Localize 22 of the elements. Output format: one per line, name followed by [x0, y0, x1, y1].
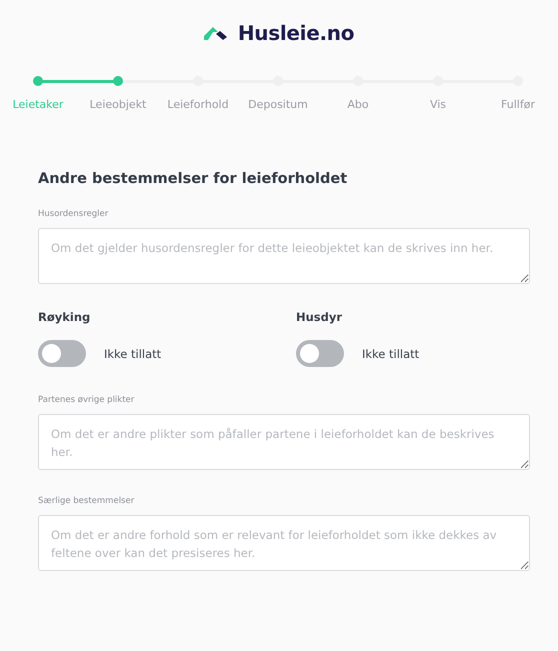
- field-label: Husordensregler: [38, 209, 110, 219]
- step-tab[interactable]: Depositum: [248, 98, 308, 111]
- step-tab[interactable]: Leieobjekt: [90, 98, 146, 111]
- section-title: Andre bestemmelser for leieforholdet: [38, 171, 348, 187]
- step-tab[interactable]: Vis: [430, 98, 446, 111]
- text-area[interactable]: Om det er andre forhold som er relevant for leieforholdet som ikke dekkes av feltene over kan det presiseres her.: [38, 515, 530, 571]
- text-area[interactable]: Om det gjelder husordensregler for dette leieobjektet kan de skrives inn her.: [38, 228, 530, 284]
- toggle-label: Husdyr: [296, 310, 344, 324]
- logo-text: Husleie.no: [238, 21, 354, 45]
- step-tab[interactable]: Leieforhold: [167, 98, 229, 111]
- toggle-switch[interactable]: [38, 340, 86, 367]
- text-area[interactable]: Om det er andre plikter som påfaller partene i leieforholdet kan de beskrives her.: [38, 414, 530, 470]
- field-label: Særlige bestemmelser: [38, 496, 136, 506]
- toggle-state-text: Ikke tillatt: [362, 346, 420, 360]
- logo-icon: [204, 26, 228, 40]
- toggle-label: Røyking: [38, 310, 92, 324]
- step-tab[interactable]: Leietaker: [12, 98, 64, 111]
- step-tab[interactable]: Fullfør: [501, 98, 535, 111]
- toggle-state-text: Ikke tillatt: [104, 346, 162, 360]
- field-label: Partenes øvrige plikter: [38, 395, 136, 405]
- toggle-switch[interactable]: [296, 340, 344, 367]
- step-tab[interactable]: Abo: [347, 98, 369, 111]
